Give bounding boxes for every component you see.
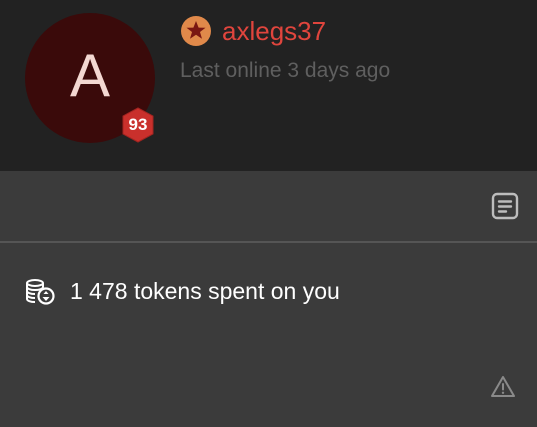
- coins-icon: [26, 279, 55, 305]
- profile-card: A 93 axlegs37 Last online 3 days ago 1 4…: [0, 0, 537, 427]
- avatar-letter: A: [69, 42, 111, 109]
- profile-header: A 93 axlegs37 Last online 3 days ago: [0, 0, 537, 171]
- username[interactable]: axlegs37: [222, 15, 326, 47]
- divider: [0, 241, 537, 243]
- document-icon[interactable]: [490, 191, 520, 221]
- warning-icon[interactable]: [489, 374, 517, 400]
- level-number: 93: [128, 115, 148, 134]
- last-online-status: Last online 3 days ago: [180, 59, 391, 82]
- star-badge-icon: [181, 16, 211, 46]
- tokens-spent-text: 1 478 tokens spent on you: [70, 278, 340, 304]
- level-badge: 93: [119, 106, 157, 144]
